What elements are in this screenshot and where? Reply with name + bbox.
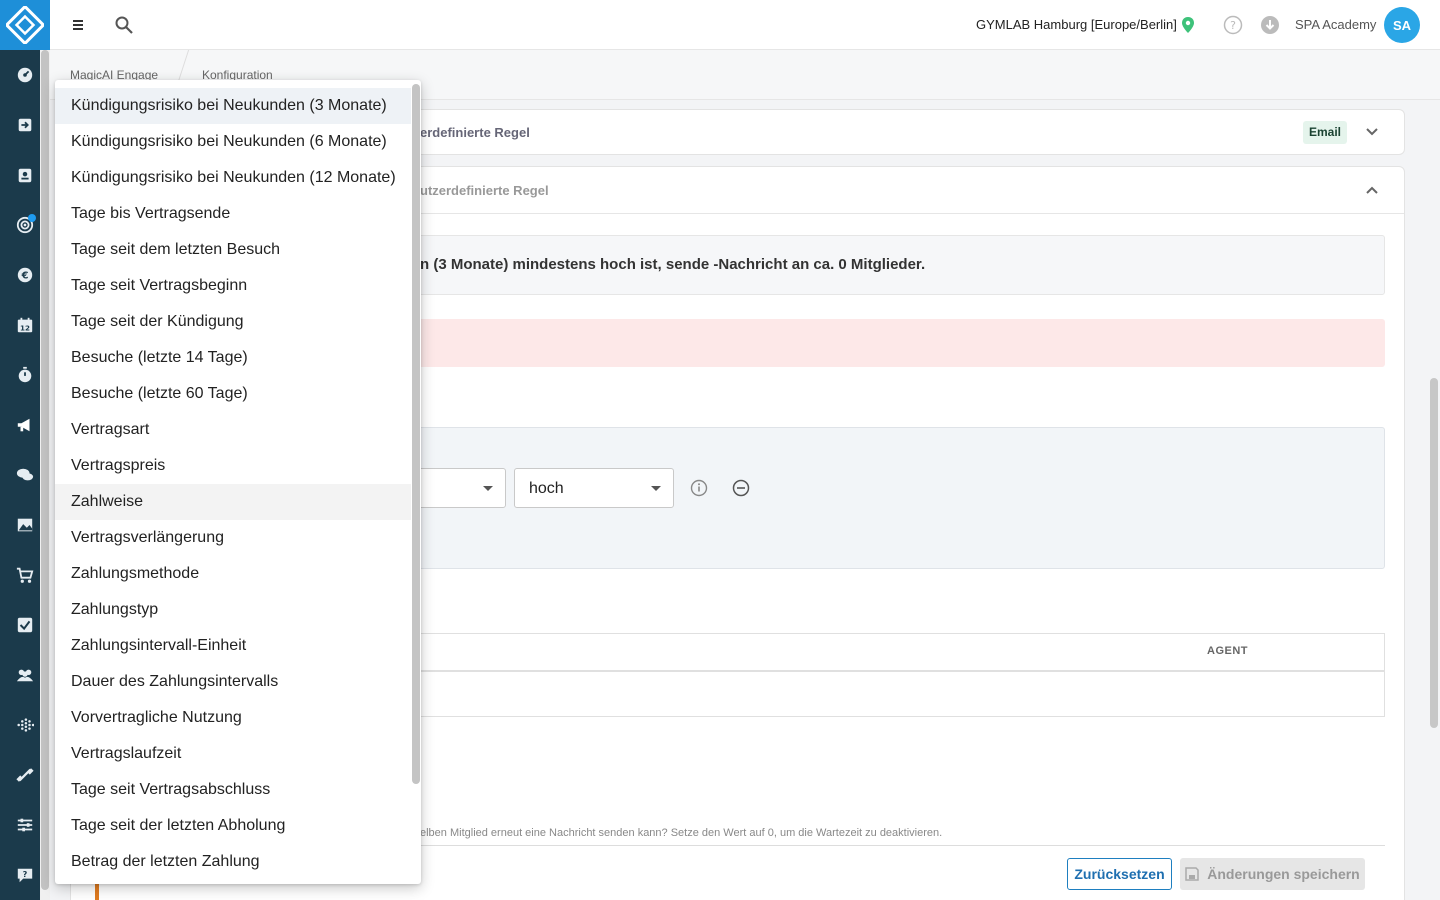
- reset-button[interactable]: Zurücksetzen: [1067, 858, 1172, 890]
- rule-title-expanded: utzerdefinierte Regel: [420, 183, 549, 198]
- criterion-dropdown: Kündigungsrisiko bei Neukunden (3 Monate…: [55, 80, 421, 884]
- content-scrollbar[interactable]: [40, 50, 50, 900]
- dropdown-option[interactable]: Dauer des Zahlungsintervalls: [55, 664, 411, 700]
- dropdown-option[interactable]: Tage seit der letzten Abholung: [55, 808, 411, 844]
- dropdown-option[interactable]: Zahlungsmethode: [55, 556, 411, 592]
- logo-icon: [6, 6, 44, 44]
- dropdown-option[interactable]: Vorvertragliche Nutzung: [55, 700, 411, 736]
- dropdown-list: Kündigungsrisiko bei Neukunden (3 Monate…: [55, 88, 411, 880]
- svg-text:?: ?: [1230, 19, 1236, 32]
- account-name[interactable]: SPA Academy: [1295, 17, 1376, 32]
- help-icon[interactable]: ?: [1223, 15, 1243, 35]
- remove-condition-icon[interactable]: [732, 479, 750, 497]
- svg-text:12: 12: [20, 323, 30, 332]
- dropdown-option[interactable]: Zahlweise: [55, 484, 411, 520]
- dropdown-option[interactable]: Tage seit Vertragsabschluss: [55, 772, 411, 808]
- studio-selector[interactable]: GYMLAB Hamburg [Europe/Berlin]: [976, 17, 1177, 32]
- dropdown-option[interactable]: Kündigungsrisiko bei Neukunden (6 Monate…: [55, 124, 411, 160]
- caret-down-icon: [651, 486, 661, 491]
- top-bar: GYMLAB Hamburg [Europe/Berlin] ? SPA Aca…: [50, 0, 1440, 50]
- page-scrollbar[interactable]: [1428, 378, 1440, 728]
- menu-icon[interactable]: [68, 15, 88, 35]
- caret-down-icon: [483, 486, 493, 491]
- dropdown-option[interactable]: Tage bis Vertragsende: [55, 196, 411, 232]
- dropdown-option[interactable]: Tage seit der Kündigung: [55, 304, 411, 340]
- save-button[interactable]: Änderungen speichern: [1180, 858, 1365, 890]
- dropdown-option[interactable]: Kündigungsrisiko bei Neukunden (3 Monate…: [55, 88, 411, 124]
- dropdown-scrollbar[interactable]: [411, 80, 421, 884]
- location-pin-icon: [1182, 17, 1194, 33]
- wait-time-hint: elben Mitglied erneut eine Nachricht sen…: [420, 827, 943, 839]
- rule-title: erdefinierte Regel: [420, 125, 530, 140]
- avatar[interactable]: SA: [1384, 7, 1420, 43]
- level-select[interactable]: hoch: [514, 468, 674, 508]
- chevron-down-icon[interactable]: [1364, 124, 1380, 140]
- info-icon[interactable]: [690, 479, 708, 497]
- dropdown-option[interactable]: Betrag der letzten Zahlung: [55, 844, 411, 880]
- notification-dot: [28, 214, 36, 222]
- footer-divider: [420, 845, 1385, 846]
- dropdown-option[interactable]: Tage seit Vertragsbeginn: [55, 268, 411, 304]
- dropdown-option[interactable]: Zahlungsintervall-Einheit: [55, 628, 411, 664]
- dropdown-option[interactable]: Tage seit dem letzten Besuch: [55, 232, 411, 268]
- search-icon[interactable]: [114, 15, 134, 35]
- svg-text:?: ?: [23, 869, 28, 879]
- dropdown-option[interactable]: Kündigungsrisiko bei Neukunden (12 Monat…: [55, 160, 411, 196]
- save-icon: [1185, 867, 1200, 881]
- dropdown-option[interactable]: Vertragspreis: [55, 448, 411, 484]
- download-icon[interactable]: [1260, 15, 1280, 35]
- column-header-agent[interactable]: AGENT: [1207, 645, 1248, 657]
- channel-badge: Email: [1303, 121, 1348, 144]
- dropdown-option[interactable]: Zahlungstyp: [55, 592, 411, 628]
- svg-text:€: €: [21, 271, 29, 282]
- dropdown-option[interactable]: Besuche (letzte 60 Tage): [55, 376, 411, 412]
- dropdown-option[interactable]: Vertragsverlängerung: [55, 520, 411, 556]
- level-select-value: hoch: [529, 480, 564, 497]
- rule-summary-text: n (3 Monate) mindestens hoch ist, sende …: [420, 256, 926, 273]
- chevron-up-icon[interactable]: [1364, 182, 1380, 198]
- dropdown-option[interactable]: Vertragsart: [55, 412, 411, 448]
- app-logo[interactable]: [0, 0, 50, 50]
- dropdown-option[interactable]: Vertragslaufzeit: [55, 736, 411, 772]
- save-button-label: Änderungen speichern: [1207, 866, 1360, 882]
- dropdown-option[interactable]: Besuche (letzte 14 Tage): [55, 340, 411, 376]
